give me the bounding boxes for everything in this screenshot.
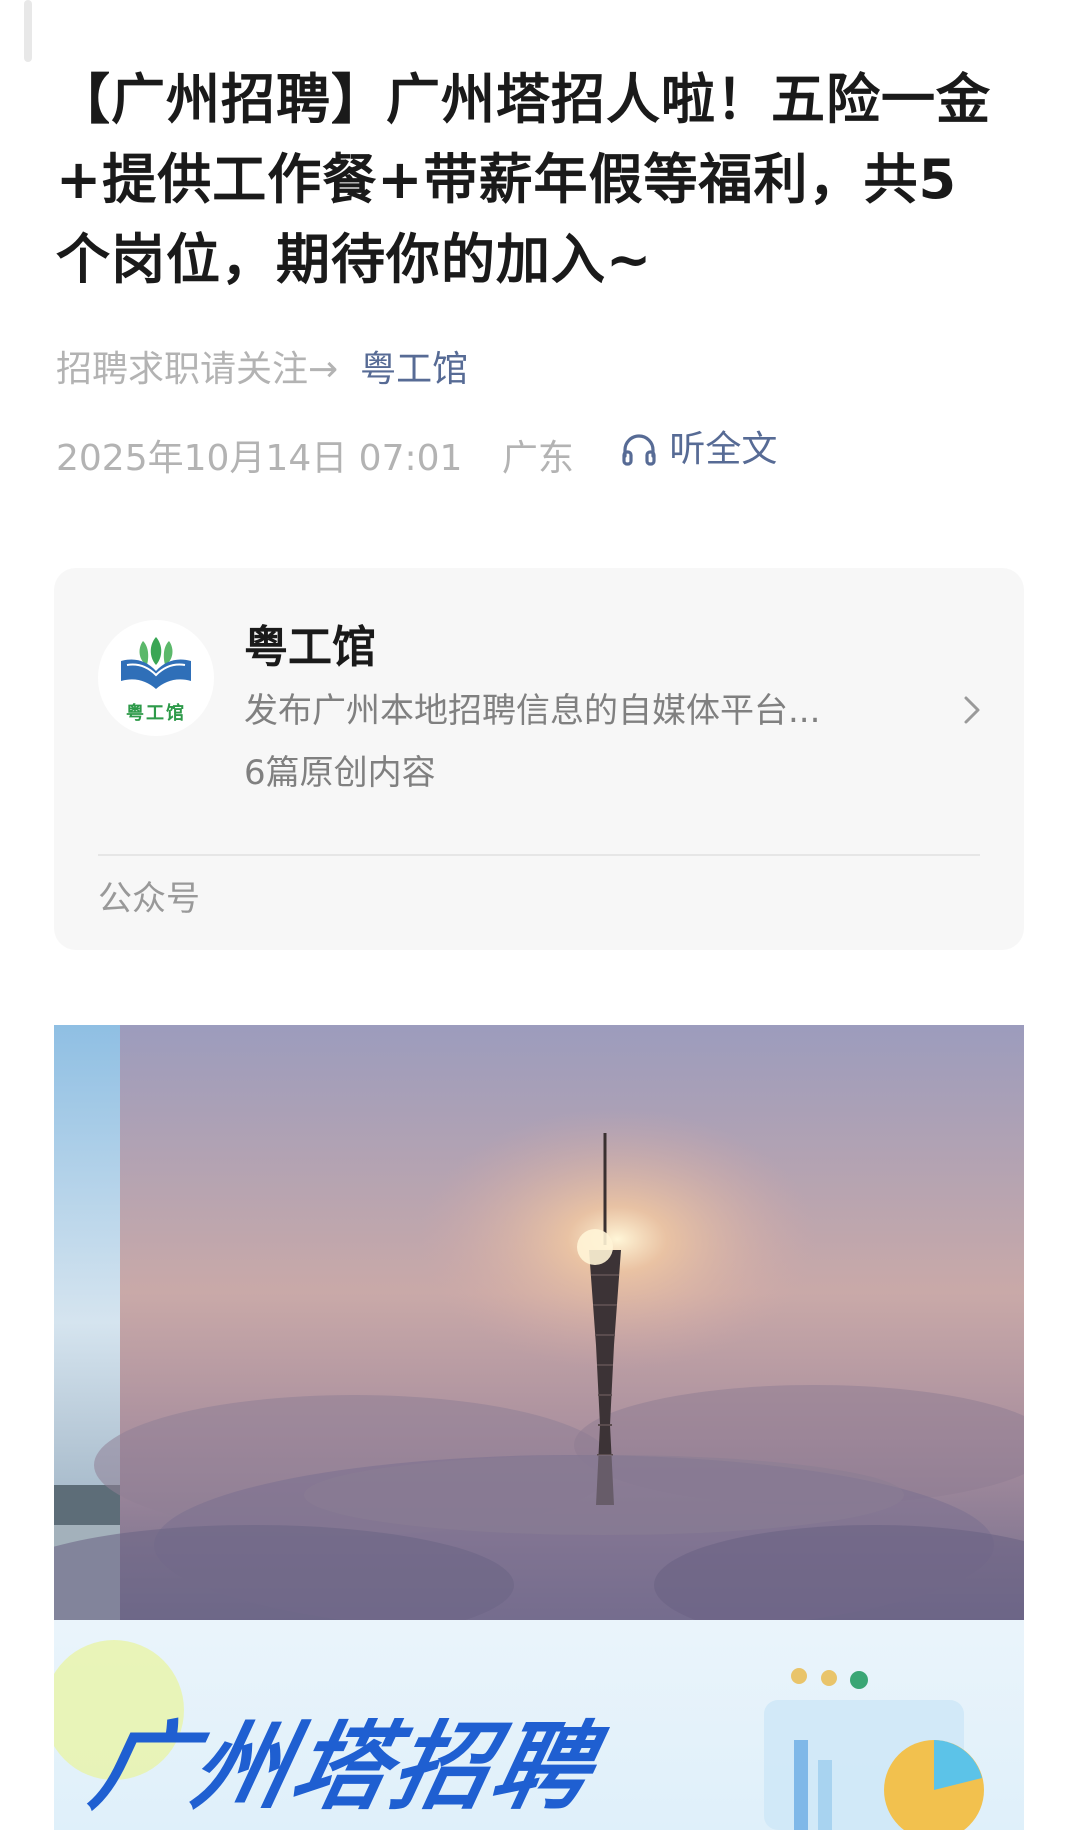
article-title: 【广州招聘】广州塔招人啦！五险一金+提供工作餐+带薪年假等福利，共5个岗位，期待… bbox=[56, 68, 991, 291]
listen-label: 听全文 bbox=[669, 429, 778, 470]
canton-tower-photo[interactable] bbox=[54, 1025, 1024, 1620]
publish-datetime: 2025年10月14日 07:01 bbox=[56, 438, 463, 479]
scroll-indicator bbox=[24, 0, 32, 62]
byline-prefix: 招聘求职请关注→ bbox=[56, 349, 339, 390]
chevron-right-icon[interactable] bbox=[958, 690, 986, 730]
logo-text: 粤工馆 bbox=[126, 703, 186, 724]
account-avatar: 粤工馆 bbox=[98, 620, 214, 736]
article-meta: 2025年10月14日 07:01 广东 听全文 bbox=[56, 425, 777, 484]
card-divider bbox=[98, 854, 980, 856]
byline: 招聘求职请关注→ 粤工馆 bbox=[56, 345, 468, 395]
account-card[interactable]: 粤工馆 粤工馆 发布广州本地招聘信息的自媒体平台... 6篇原创内容 公众号 bbox=[54, 568, 1024, 950]
account-link[interactable]: 粤工馆 bbox=[360, 349, 468, 390]
account-type: 公众号 bbox=[98, 879, 200, 919]
original-count: 6篇原创内容 bbox=[244, 753, 436, 793]
publish-region: 广东 bbox=[501, 438, 574, 479]
listen-button[interactable]: 听全文 bbox=[619, 425, 777, 475]
headphones-icon bbox=[622, 434, 656, 466]
recruitment-banner: 广州塔招聘 bbox=[54, 1620, 1024, 1830]
account-description: 发布广州本地招聘信息的自媒体平台... bbox=[244, 691, 821, 731]
book-leaf-logo-icon bbox=[121, 637, 191, 689]
banner-title: 广州塔招聘 bbox=[82, 1711, 606, 1823]
account-name[interactable]: 粤工馆 bbox=[244, 618, 376, 678]
